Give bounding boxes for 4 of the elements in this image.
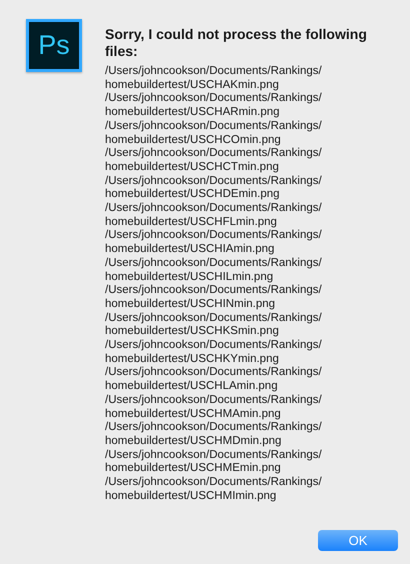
- ok-button[interactable]: OK: [318, 530, 398, 551]
- app-icon: Ps: [26, 19, 82, 72]
- dialog-title: Sorry, I could not process the following files:: [105, 26, 368, 60]
- file-path: /Users/johncookson/Documents/Rankings/homebuildertest/USCHMImin.png: [105, 476, 323, 504]
